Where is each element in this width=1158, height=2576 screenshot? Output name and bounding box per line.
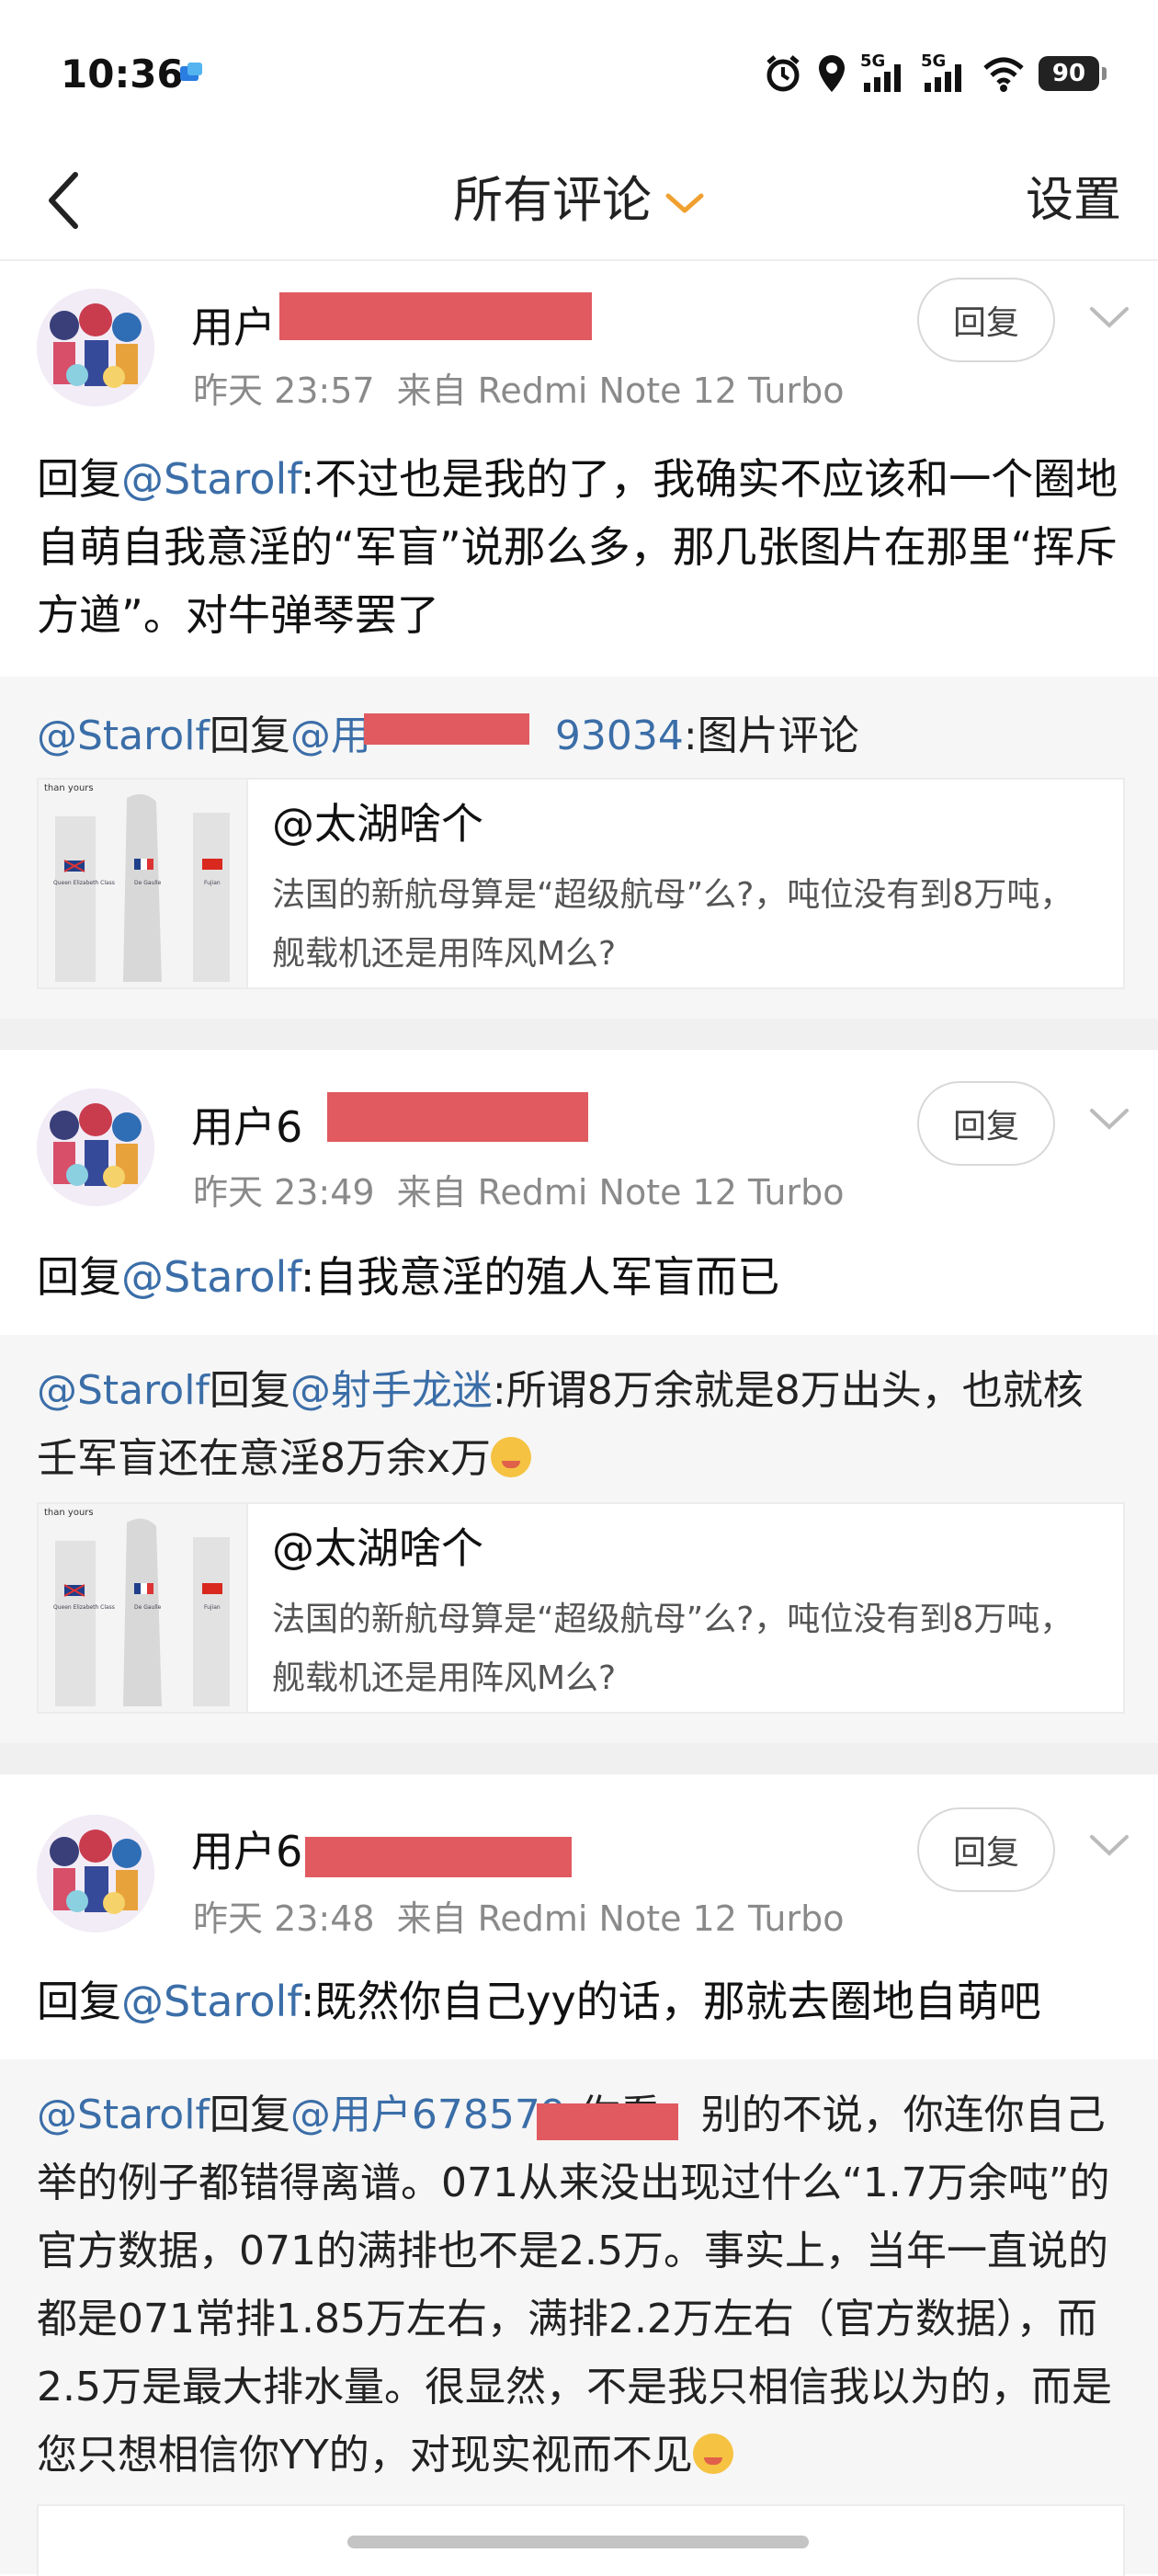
quote-reply-word: 回复 [209, 1367, 290, 1414]
comment-item: 用户 昨天 23:57 来自 Redmi Note 12 Turbo 回复 回复@… [0, 261, 1158, 677]
divider [0, 1743, 1158, 1774]
ship-label: Fujian [204, 880, 221, 886]
top-nav-bar: 所有评论 设置 [0, 147, 1158, 261]
mention-link[interactable]: @Starolf [121, 1977, 301, 2026]
card-author: @太湖啥个 [272, 1523, 483, 1573]
app-notification-icon [180, 63, 202, 81]
body-prefix: 回复 [37, 1977, 121, 2026]
thumb-caption: than yours [44, 783, 94, 793]
comment-item: 用户6 昨天 23:49 来自 Redmi Note 12 Turbo 回复 回复… [0, 1050, 1158, 1335]
quote-to-mention[interactable]: @用 [290, 712, 371, 759]
quote-from-mention[interactable]: @Starolf [37, 2092, 210, 2138]
comment-username[interactable]: 用户6 [191, 1094, 302, 1155]
thumb-caption: than yours [44, 1508, 94, 1518]
card-text: 法国的新航母算是“超级航母”么?，吨位没有到8万吨，舰载机还是用阵风M么? [272, 876, 1073, 973]
comment-body: 回复@Starolf:不过也是我的了，我确实不应该和一个圈地自萌自我意淫的“军盲… [37, 445, 1121, 649]
quote-text: @Starolf回复@射手龙迷:所谓8万余就是8万出头，也就核壬军盲还在意淫8万… [37, 1357, 1121, 1493]
comment-source: 来自 Redmi Note 12 Turbo [396, 1898, 845, 1939]
ship-label: Queen Elizabeth Class [53, 1604, 115, 1611]
quote-text: @Starolf回复@用户678579:你看，别的不说，你连你自己举的例子都错得… [37, 2081, 1121, 2490]
comment-timestamp: 昨天 23:49 [193, 1172, 375, 1213]
card-thumbnail: than yours Queen Elizabeth Class De Gaul… [39, 780, 248, 987]
comment-username[interactable]: 用户6 [191, 1818, 302, 1879]
quote-to-mention[interactable]: @射手龙迷 [290, 1367, 493, 1414]
wifi-icon [983, 57, 1024, 92]
reply-button[interactable]: 回复 [917, 1807, 1055, 1892]
avatar[interactable] [37, 289, 154, 406]
card-author: @太湖啥个 [272, 799, 483, 849]
comment-source: 来自 Redmi Note 12 Turbo [396, 370, 845, 411]
card-thumbnail: than yours Queen Elizabeth Class De Gaul… [39, 1504, 248, 1712]
divider [0, 1019, 1158, 1050]
mention-link[interactable]: @Starolf [121, 454, 301, 504]
comment-source: 来自 Redmi Note 12 Turbo [396, 1172, 845, 1213]
quote-to-mention-suffix: 93034 [554, 712, 684, 759]
reply-button[interactable]: 回复 [917, 1081, 1055, 1166]
battery-indicator: 90 [1039, 56, 1107, 91]
ship-label: Queen Elizabeth Class [53, 880, 115, 886]
redaction-mark [327, 1092, 588, 1142]
network-label-2: 5G [921, 51, 947, 71]
avatar[interactable] [37, 1089, 154, 1206]
quote-reply-word: 回复 [209, 2092, 290, 2138]
body-text: :自我意淫的殖人军盲而已 [300, 1252, 780, 1302]
quoted-comment[interactable]: @Starolf回复@用户678579:你看，别的不说，你连你自己举的例子都错得… [0, 2059, 1158, 2576]
ship-label: Fujian [204, 1604, 221, 1611]
comment-filter-dropdown[interactable]: 所有评论 [0, 164, 1158, 237]
quote-body: :图片评论 [683, 712, 859, 759]
image-comment-card[interactable]: than yours Queen Elizabeth Class De Gaul… [37, 1502, 1125, 1714]
signal-5g-icon-2: 5G [921, 51, 969, 94]
quote-text: @Starolf回复@用用户678593034:图片评论 [37, 702, 1121, 770]
card-text: 法国的新航母算是“超级航母”么?，吨位没有到8万吨，舰载机还是用阵风M么? [272, 1601, 1073, 1697]
redaction-mark [364, 713, 529, 745]
quote-body: :你看，别的不说，你连你自己举的例子都错得离谱。071从来没出现过什么“1.7万… [37, 2092, 1112, 2479]
emoji-icon [692, 2434, 733, 2474]
comment-meta: 昨天 23:57 来自 Redmi Note 12 Turbo [193, 362, 867, 413]
status-bar: 10:36 5G 5G 90 [0, 0, 1158, 147]
comment-username[interactable]: 用户 [191, 294, 276, 355]
comment-timestamp: 昨天 23:57 [193, 370, 375, 411]
quote-from-mention[interactable]: @Starolf [37, 1367, 210, 1414]
comment-body: 回复@Starolf:自我意淫的殖人军盲而已 [37, 1243, 1121, 1311]
comment-meta: 昨天 23:49 来自 Redmi Note 12 Turbo [193, 1164, 867, 1214]
page-title: 所有评论 [453, 171, 652, 229]
body-prefix: 回复 [37, 454, 121, 504]
redaction-mark [537, 2103, 678, 2140]
body-text: :既然你自己yy的话，那就去圈地自萌吧 [300, 1977, 1041, 2026]
quoted-comment[interactable]: @Starolf回复@用用户678593034:图片评论 than yours … [0, 677, 1158, 1019]
chevron-down-icon [665, 193, 704, 213]
comment-body: 回复@Starolf:既然你自己yy的话，那就去圈地自萌吧 [37, 1967, 1121, 2035]
comment-timestamp: 昨天 23:48 [193, 1898, 375, 1939]
redaction-mark [279, 292, 592, 340]
chevron-down-icon[interactable] [1086, 302, 1132, 338]
ship-label: De Gaulle [134, 1604, 162, 1611]
quoted-comment[interactable]: @Starolf回复@射手龙迷:所谓8万余就是8万出头，也就核壬军盲还在意淫8万… [0, 1335, 1158, 1772]
ship-label: De Gaulle [134, 880, 162, 886]
redaction-mark [305, 1837, 572, 1877]
chevron-down-icon[interactable] [1086, 1103, 1132, 1140]
location-icon [819, 55, 845, 92]
quote-reply-word: 回复 [209, 712, 290, 759]
settings-button[interactable]: 设置 [1026, 164, 1121, 237]
home-indicator[interactable] [347, 2536, 809, 2548]
mention-link[interactable]: @Starolf [121, 1252, 301, 1302]
emoji-icon [491, 1437, 532, 1477]
alarm-icon [766, 55, 800, 92]
signal-5g-icon-1: 5G [860, 51, 908, 94]
status-time: 10:36 [61, 51, 184, 97]
reply-button[interactable]: 回复 [917, 278, 1055, 362]
body-prefix: 回复 [37, 1252, 121, 1302]
network-label-1: 5G [860, 51, 886, 71]
avatar[interactable] [37, 1815, 154, 1932]
quote-to-mention[interactable]: @用户678579 [290, 2092, 566, 2138]
image-comment-card[interactable]: than yours Queen Elizabeth Class De Gaul… [37, 778, 1125, 989]
comment-item: 用户6 昨天 23:48 来自 Redmi Note 12 Turbo 回复 回复… [0, 1774, 1158, 2059]
comment-meta: 昨天 23:48 来自 Redmi Note 12 Turbo [193, 1890, 867, 1941]
quote-from-mention[interactable]: @Starolf [37, 712, 210, 759]
chevron-down-icon[interactable] [1086, 1829, 1132, 1866]
